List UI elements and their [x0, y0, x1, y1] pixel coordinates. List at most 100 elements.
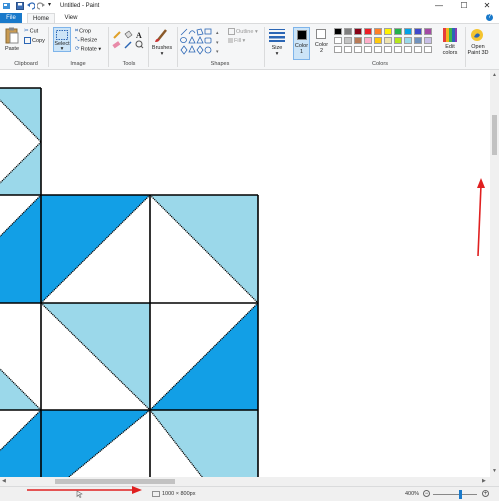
- color-swatch[interactable]: [344, 37, 352, 44]
- scroll-left-icon[interactable]: ◀: [2, 478, 6, 484]
- colors-group-label: Colors: [372, 61, 388, 67]
- horizontal-scrollbar[interactable]: ◀ ▶: [0, 477, 490, 486]
- vertical-scroll-thumb[interactable]: [492, 115, 497, 155]
- crop-label: Crop: [79, 28, 92, 35]
- canvas-dimensions: 1000 × 800px: [162, 491, 196, 497]
- clipboard-group-label: Clipboard: [14, 61, 38, 67]
- color1-button[interactable]: Color 1: [293, 27, 310, 60]
- pencil-icon[interactable]: [113, 31, 121, 39]
- maximize-button[interactable]: ☐: [452, 0, 476, 13]
- select-rect-icon: [56, 30, 68, 40]
- redo-icon[interactable]: [37, 2, 45, 10]
- color-swatch[interactable]: [414, 28, 422, 35]
- color-swatch[interactable]: [374, 28, 382, 35]
- undo-icon[interactable]: [27, 2, 35, 10]
- text-icon[interactable]: A: [136, 31, 142, 40]
- brushes-icon[interactable]: [154, 27, 170, 43]
- horizontal-scroll-thumb[interactable]: [55, 479, 175, 484]
- color-swatch[interactable]: [354, 28, 362, 35]
- zoom-out-button[interactable]: −: [423, 490, 430, 497]
- resize-button[interactable]: ⤡Resize: [75, 36, 97, 44]
- eraser-icon[interactable]: [112, 41, 121, 49]
- paste-button[interactable]: Paste: [2, 46, 22, 52]
- color-swatch[interactable]: [364, 28, 372, 35]
- color-swatch[interactable]: [424, 37, 432, 44]
- close-button[interactable]: ✕: [475, 0, 499, 13]
- zoom-in-button[interactable]: +: [482, 490, 489, 497]
- tab-home[interactable]: Home: [27, 13, 55, 23]
- color-swatch[interactable]: [404, 37, 412, 44]
- tab-file[interactable]: File: [0, 13, 22, 23]
- color-swatch[interactable]: [394, 37, 402, 44]
- color-swatch[interactable]: [364, 37, 372, 44]
- color-swatch[interactable]: [374, 46, 382, 53]
- magnifier-icon[interactable]: [135, 40, 144, 49]
- rotate-button[interactable]: ⟳Rotate ▾: [75, 45, 101, 53]
- minimize-button[interactable]: —: [427, 0, 451, 13]
- color-swatch[interactable]: [364, 46, 372, 53]
- color-swatch[interactable]: [394, 46, 402, 53]
- color-swatch[interactable]: [414, 46, 422, 53]
- open-paint3d-button[interactable]: Open Paint 3D: [466, 44, 490, 56]
- select-button[interactable]: Select ▾: [53, 27, 71, 52]
- color-swatch[interactable]: [334, 37, 342, 44]
- edit-colors-button[interactable]: Edit colors: [438, 44, 462, 56]
- customize-toolbar-chevron-icon[interactable]: ▾: [48, 1, 51, 8]
- color-swatch[interactable]: [384, 28, 392, 35]
- color-swatch[interactable]: [424, 28, 432, 35]
- color2-label: Color 2: [314, 42, 329, 54]
- tab-view[interactable]: View: [60, 13, 82, 23]
- scroll-right-icon[interactable]: ▶: [482, 478, 486, 484]
- fill-label: Fill: [234, 38, 242, 44]
- crop-button[interactable]: ⌗Crop: [75, 27, 91, 35]
- rotate-dropdown-icon: ▾: [96, 46, 102, 53]
- select-dropdown-icon[interactable]: ▾: [54, 46, 70, 52]
- color-swatch[interactable]: [404, 28, 412, 35]
- cut-button[interactable]: ✂Cut: [24, 27, 38, 35]
- color-picker-icon[interactable]: [124, 41, 132, 49]
- edit-colors-icon[interactable]: [443, 28, 457, 42]
- save-icon[interactable]: [16, 2, 24, 10]
- ribbon-tabs: File Home View ?: [0, 13, 499, 23]
- vertical-scrollbar[interactable]: ▲ ▼: [490, 70, 499, 477]
- help-icon[interactable]: ?: [486, 14, 493, 21]
- resize-label: Resize: [80, 37, 98, 44]
- color-swatch[interactable]: [344, 28, 352, 35]
- zoom-slider-track[interactable]: [433, 494, 477, 495]
- fill-button[interactable]: Fill ▾: [228, 37, 245, 45]
- color-swatch[interactable]: [414, 37, 422, 44]
- color-swatch[interactable]: [354, 37, 362, 44]
- color-swatch[interactable]: [394, 28, 402, 35]
- scroll-down-icon[interactable]: ▼: [492, 468, 497, 474]
- size-icon[interactable]: [269, 28, 285, 42]
- color2-button[interactable]: Color 2: [313, 27, 330, 60]
- color-swatch[interactable]: [334, 46, 342, 53]
- paint3d-icon[interactable]: [470, 28, 484, 42]
- drawing-canvas[interactable]: [0, 70, 490, 477]
- group-divider: [48, 27, 49, 67]
- color-swatch[interactable]: [374, 37, 382, 44]
- canvas-size-icon: [152, 491, 160, 497]
- copy-button[interactable]: Copy: [24, 37, 45, 45]
- color-swatch[interactable]: [384, 46, 392, 53]
- paste-icon[interactable]: [5, 27, 19, 44]
- resize-icon: ⤡: [75, 37, 80, 43]
- size-dropdown-icon[interactable]: ▾: [267, 51, 287, 57]
- tile-cell: [0, 303, 41, 410]
- outline-button[interactable]: Outline ▾: [228, 28, 258, 36]
- fill-bucket-icon[interactable]: [124, 30, 133, 39]
- color-swatch[interactable]: [404, 46, 412, 53]
- color-swatch[interactable]: [384, 37, 392, 44]
- shapes-gallery[interactable]: ▴ ▾ ▾: [180, 28, 222, 56]
- brushes-dropdown-icon[interactable]: ▾: [149, 51, 175, 57]
- group-divider: [108, 27, 109, 67]
- group-divider: [177, 27, 178, 67]
- color-swatch[interactable]: [354, 46, 362, 53]
- color-swatch[interactable]: [424, 46, 432, 53]
- canvas-workspace[interactable]: [0, 70, 490, 477]
- scroll-up-icon[interactable]: ▲: [492, 72, 497, 78]
- color-swatch[interactable]: [344, 46, 352, 53]
- color2-swatch: [316, 29, 326, 39]
- zoom-slider-thumb[interactable]: [459, 490, 462, 499]
- color-swatch[interactable]: [334, 28, 342, 35]
